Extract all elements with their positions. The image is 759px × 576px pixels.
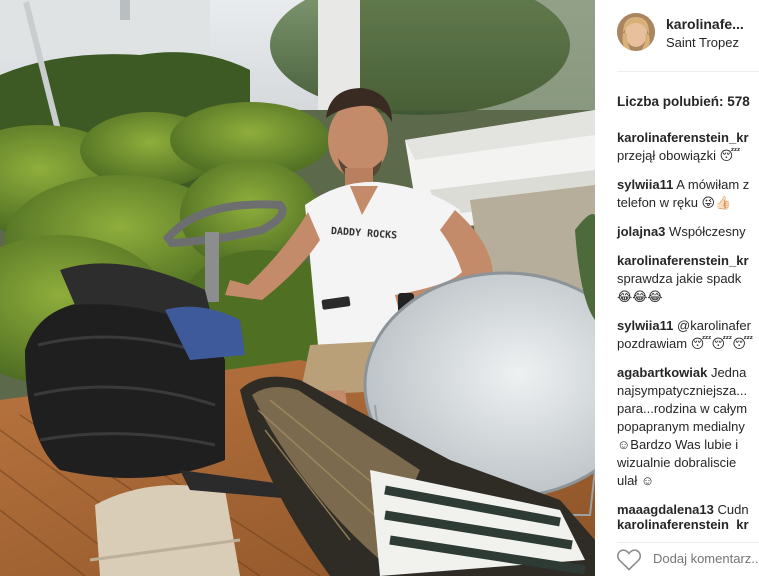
comment-username[interactable]: maaagdalena13 — [617, 502, 714, 517]
comment-text: ulał ☺ — [617, 473, 655, 488]
avatar[interactable] — [617, 13, 655, 51]
add-comment-input[interactable] — [653, 551, 759, 566]
comment-text: sprawdza jakie spadk — [617, 271, 742, 286]
comment-item: karolinaferenstein_kr przejął obowiązki … — [617, 129, 759, 165]
likes-count[interactable]: Liczba polubień: 578 — [617, 94, 750, 109]
comment-text: pozdrawiam 😴😴😴 — [617, 336, 754, 351]
comment-username[interactable]: karolinaferenstein_kr — [617, 253, 749, 268]
comment-item: karolinaferenstein_kr sprawdza jakie spa… — [617, 252, 759, 306]
comment-text: 😂😂😂 — [617, 289, 663, 304]
post-location[interactable]: Saint Tropez — [666, 35, 739, 50]
comment-username[interactable]: agabartkowiak — [617, 365, 707, 380]
post-photo[interactable]: DADDY ROCKS — [0, 0, 595, 576]
comment-text: przejął obowiązki 😴 — [617, 148, 741, 163]
comment-text: najsympatyczniejsza... — [617, 383, 748, 398]
comment-item: sylwiia11 @karolinafer pozdrawiam 😴😴😴 — [617, 317, 759, 353]
header-divider — [617, 71, 759, 72]
heart-outline-icon[interactable] — [616, 548, 642, 572]
post-side-panel: karolinafe... Saint Tropez Liczba polubi… — [595, 0, 759, 576]
comment-text: telefon w ręku 😜👍🏻 — [617, 195, 732, 210]
comment-text: Cudn — [717, 502, 749, 517]
comment-text: A mówiłam z — [676, 177, 750, 192]
comment-text: para...rodzina w całym — [617, 401, 748, 416]
comment-username[interactable]: karolinaferenstein_kr — [617, 130, 749, 145]
comment-text: popapranym medialny — [617, 419, 745, 434]
comment-text: Jedna — [710, 365, 747, 380]
comment-item: agabartkowiak Jedna najsympatyczniejsza.… — [617, 364, 759, 490]
comment-username[interactable]: sylwiia11 — [617, 177, 673, 192]
footer-divider — [617, 542, 759, 543]
comment-text: @karolinafer — [677, 318, 751, 333]
comment-username[interactable]: jolajna3 — [617, 224, 665, 239]
post-username[interactable]: karolinafe... — [666, 16, 744, 32]
comment-username[interactable]: sylwiia11 — [617, 318, 673, 333]
comment-text: Współczesny — [669, 224, 746, 239]
comment-item: jolajna3 Współczesny — [617, 223, 759, 241]
comment-username-partial[interactable]: karolinaferenstein_kr — [617, 517, 749, 529]
comment-item: sylwiia11 A mówiłam z telefon w ręku 😜👍🏻 — [617, 176, 759, 212]
comment-text: ☺Bardzo Was lubie i — [617, 437, 739, 452]
comment-text: wizualnie dobraliscie — [617, 455, 737, 470]
post-header: karolinafe... Saint Tropez — [595, 0, 759, 72]
comment-list: karolinaferenstein_kr przejął obowiązki … — [617, 129, 759, 519]
